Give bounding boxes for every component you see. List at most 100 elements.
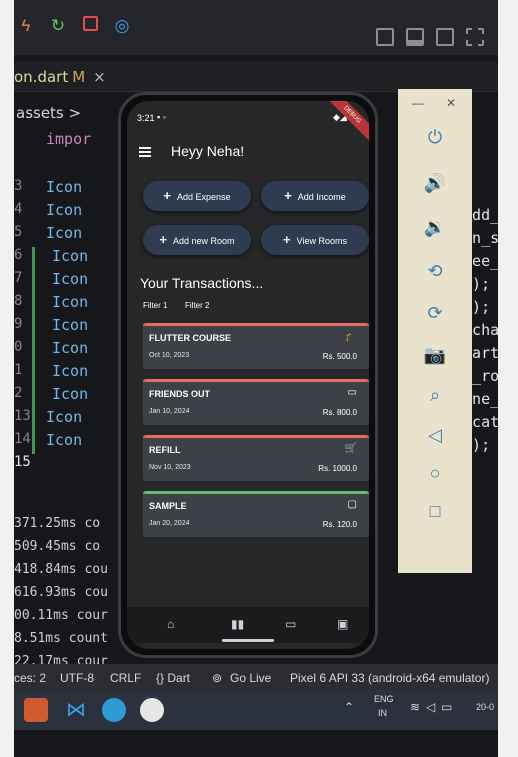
transaction-card[interactable]: FRIENDS OUT ▭ Jan 10, 2024 Rs. 800.0 — [143, 379, 369, 425]
transaction-date: Oct 10, 2023 — [149, 352, 190, 359]
layout-sidebar-icon[interactable] — [376, 28, 394, 46]
graduation-cap-icon: 🎓 — [344, 331, 357, 342]
indent-status[interactable]: ces: 2 — [14, 671, 46, 685]
app-icon[interactable] — [24, 698, 48, 722]
transaction-name: FRIENDS OUT — [149, 389, 211, 399]
app-screen: 3:21 ▪ ◦ ◆◢ DEBUG Heyy Neha! + Add Expens… — [127, 101, 369, 649]
transaction-card[interactable]: SAMPLE ▢ Jan 20, 2024 Rs. 120.0 — [143, 491, 369, 537]
close-emulator-icon[interactable]: ✕ — [446, 96, 456, 110]
editor-tabbar: on.dart M × — [14, 62, 498, 92]
windows-taskbar: ⋈ ⌃ ≋ ◁ ▭ ENG IN 20-0 — [14, 690, 498, 730]
menu-icon[interactable] — [139, 147, 151, 157]
filter-2-button[interactable]: Filter 2 — [185, 301, 209, 310]
code-line: Icon — [52, 385, 89, 403]
gesture-bar[interactable] — [222, 639, 274, 642]
code-import: impor — [46, 130, 92, 148]
back-icon[interactable]: ◁ — [398, 425, 472, 446]
volume-up-icon[interactable]: 🔊 — [398, 173, 472, 194]
devtools-icon[interactable]: ◎ — [112, 16, 132, 36]
line-number: 2 — [14, 385, 23, 401]
lightning-icon[interactable]: ϟ — [16, 16, 36, 36]
customize-layout-icon[interactable] — [466, 28, 484, 46]
breadcrumb[interactable]: assets > — [16, 104, 81, 122]
home-icon[interactable]: ○ — [398, 463, 472, 484]
nav-card-icon[interactable]: ▭ — [285, 617, 296, 631]
code-line: Icon — [46, 408, 83, 426]
git-change-indicator — [32, 247, 35, 454]
phone-emulator: 3:21 ▪ ◦ ◆◢ DEBUG Heyy Neha! + Add Expens… — [118, 92, 378, 658]
add-room-button[interactable]: + Add new Room — [143, 225, 251, 255]
breadcrumb-folder[interactable]: assets — [16, 104, 64, 122]
volume-down-icon[interactable]: 🔉 — [398, 217, 472, 238]
line-number: 7 — [14, 270, 23, 286]
tab-filename: on.dart — [14, 68, 69, 86]
plus-icon: + — [163, 188, 172, 203]
nav-profile-icon[interactable]: ▣ — [337, 617, 348, 631]
language-status[interactable]: {} Dart — [156, 671, 190, 685]
card-accent-bar — [143, 323, 369, 326]
add-income-button[interactable]: + Add Income — [261, 181, 369, 211]
nav-chart-icon[interactable]: ▮▮ — [231, 617, 244, 631]
chevron-up-icon[interactable]: ⌃ — [344, 700, 354, 714]
encoding-status[interactable]: UTF-8 — [60, 671, 94, 685]
view-rooms-label: View Rooms — [296, 236, 347, 246]
code-line: Icon — [52, 316, 89, 334]
overview-icon[interactable]: □ — [398, 501, 472, 522]
close-tab-icon[interactable]: × — [93, 68, 106, 86]
code-line: Icon — [52, 339, 89, 357]
status-time: 3:21 — [137, 113, 155, 123]
speaker-icon[interactable]: ◁ — [426, 700, 435, 714]
add-expense-button[interactable]: + Add Expense — [143, 181, 251, 211]
edge-icon[interactable] — [102, 698, 126, 722]
clock[interactable]: 20-0 — [476, 702, 494, 712]
nav-home-icon[interactable]: ⌂ — [167, 617, 174, 631]
code-line: Icon — [46, 178, 83, 196]
code-line: Icon — [52, 362, 89, 380]
plus-icon: + — [159, 232, 168, 247]
device-status[interactable]: Pixel 6 API 33 (android-x64 emulator) — [290, 671, 489, 685]
battery-icon[interactable]: ▭ — [441, 700, 452, 714]
transaction-card[interactable]: FLUTTER COURSE 🎓 Oct 10, 2023 Rs. 500.0 — [143, 323, 369, 369]
restart-icon[interactable]: ↻ — [48, 16, 68, 36]
line-number: 3 — [14, 178, 23, 194]
app-icon-2[interactable] — [140, 698, 164, 722]
transaction-card[interactable]: REFILL 🛒 Nov 10, 2023 Rs. 1000.0 — [143, 435, 369, 481]
card-accent-bar — [143, 435, 369, 438]
plus-icon: + — [283, 232, 291, 247]
filter-1-button[interactable]: Filter 1 — [143, 301, 167, 310]
transaction-amount: Rs. 1000.0 — [318, 464, 357, 473]
tab-main-dart[interactable]: on.dart M × — [14, 68, 106, 86]
code-line: Icon — [52, 247, 89, 265]
line-number: 4 — [14, 201, 23, 217]
power-icon[interactable]: ⏻ — [398, 127, 472, 148]
transaction-date: Jan 20, 2024 — [149, 520, 190, 527]
language-indicator[interactable]: ENG — [374, 694, 394, 704]
plus-icon: + — [284, 188, 292, 203]
add-income-label: Add Income — [297, 192, 346, 202]
rotate-left-icon[interactable]: ⟲ — [398, 261, 472, 282]
layout-secondary-icon[interactable] — [436, 28, 454, 46]
eol-status[interactable]: CRLF — [110, 671, 141, 685]
stop-icon[interactable] — [80, 16, 100, 36]
vscode-icon[interactable]: ⋈ — [64, 698, 88, 722]
breadcrumb-separator: > — [68, 104, 82, 122]
view-rooms-button[interactable]: + View Rooms — [261, 225, 369, 255]
layout-panel-icon[interactable] — [406, 28, 424, 46]
golive-button[interactable]: Go Live — [230, 671, 271, 685]
code-line: Icon — [46, 224, 83, 242]
wifi-icon[interactable]: ≋ — [410, 700, 420, 714]
zoom-icon[interactable]: ⌕ — [398, 385, 472, 406]
camera-icon[interactable]: 📷 — [398, 345, 472, 366]
monitor-photo: ϟ ↻ ◎ on.dart M × assets > impor 3 Icon 4 Ico… — [14, 0, 498, 757]
code-line: Icon — [46, 431, 83, 449]
minimize-icon[interactable]: — — [412, 96, 424, 110]
console-line: 371.25ms co — [14, 516, 101, 531]
console-line: 616.93ms cou — [14, 585, 108, 600]
rotate-right-icon[interactable]: ⟳ — [398, 303, 472, 324]
console-line: 8.51ms count — [14, 631, 108, 646]
emulator-controls: — ✕ ⏻ 🔊 🔉 ⟲ ⟳ 📷 ⌕ ◁ ○ □ — [398, 89, 472, 573]
golive-icon[interactable]: ⊚ — [212, 671, 222, 685]
code-line: Icon — [52, 270, 89, 288]
transactions-title: Your Transactions... — [140, 275, 264, 291]
card-accent-bar — [143, 491, 369, 494]
